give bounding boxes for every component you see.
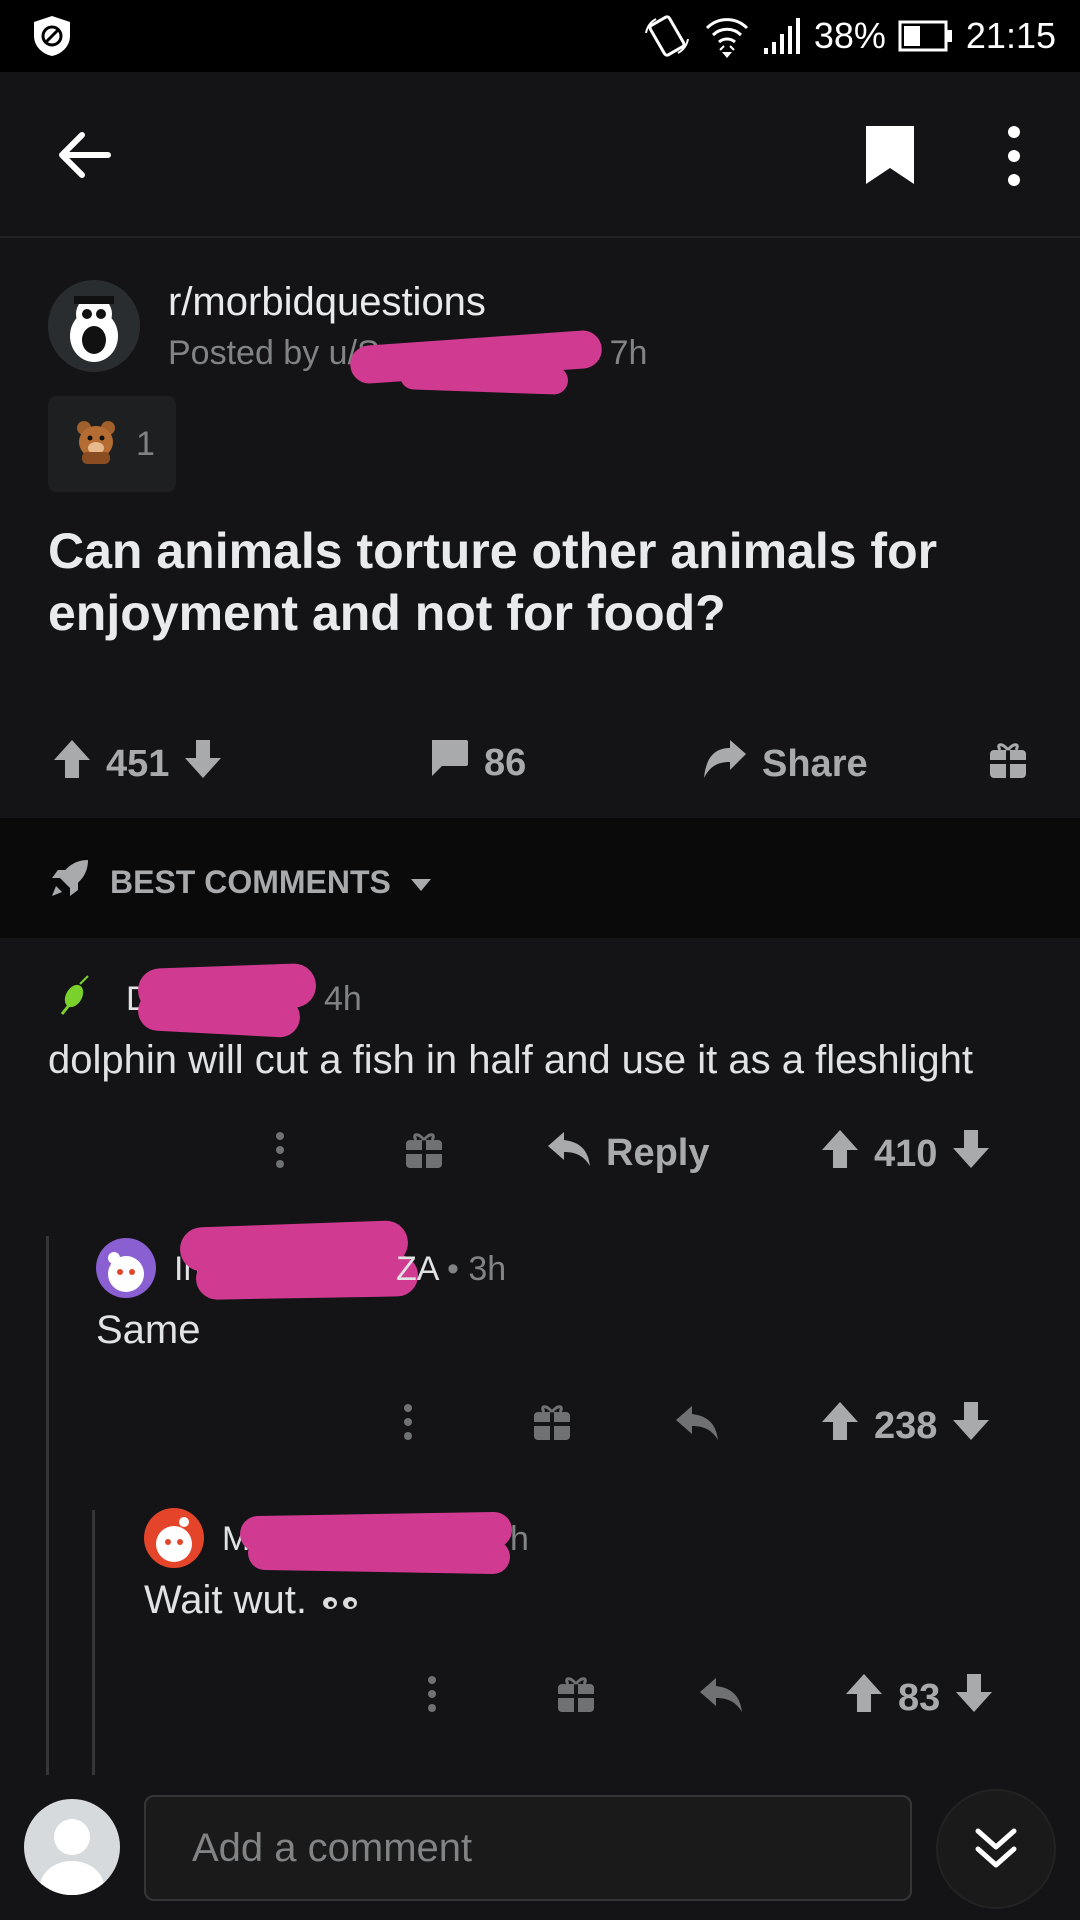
avatar[interactable] <box>96 1238 156 1303</box>
back-arrow-icon[interactable] <box>52 122 118 188</box>
upvote-icon[interactable] <box>844 1672 884 1724</box>
battery-icon <box>898 20 954 52</box>
share-icon <box>702 738 748 790</box>
rotation-icon <box>642 13 692 59</box>
comment: In ZA • 3h Same 238 <box>0 1220 1080 1508</box>
comment-icon <box>428 738 470 788</box>
redaction-mark <box>195 1254 419 1300</box>
status-bar: 38% 21:15 <box>0 0 1080 72</box>
author-tail: ZA <box>396 1250 438 1288</box>
comment-body[interactable]: Wait wut. <box>144 1578 362 1623</box>
user-avatar[interactable] <box>24 1799 120 1895</box>
signal-icon <box>762 16 802 56</box>
more-vertical-icon[interactable] <box>398 1402 418 1442</box>
comment-body[interactable]: dolphin will cut a fish in half and use … <box>48 1038 973 1083</box>
rocket-icon <box>48 856 92 908</box>
post: r/morbidquestions Posted by u/Sear • 7h … <box>0 238 1080 818</box>
downvote-icon[interactable] <box>951 1400 991 1452</box>
more-vertical-icon[interactable] <box>994 124 1034 188</box>
comment-score: 83 <box>898 1676 941 1719</box>
redaction-mark <box>247 1535 511 1575</box>
share-label: Share <box>762 742 868 785</box>
comment-score: 410 <box>874 1132 938 1175</box>
redaction-mark <box>399 361 569 395</box>
reply-icon <box>546 1128 592 1178</box>
sort-label: BEST COMMENTS <box>110 863 391 900</box>
comment-vote-group: 410 <box>820 1128 991 1180</box>
clock: 21:15 <box>965 15 1056 56</box>
more-vertical-icon[interactable] <box>422 1674 442 1714</box>
bookmark-icon[interactable] <box>860 124 920 188</box>
comment-vote-group: 238 <box>820 1400 991 1452</box>
more-vertical-icon[interactable] <box>270 1130 290 1170</box>
post-score: 451 <box>106 742 170 785</box>
gift-icon[interactable] <box>556 1674 596 1714</box>
eyes-icon <box>318 1578 362 1622</box>
comment-score: 238 <box>874 1404 938 1447</box>
reply-icon[interactable] <box>674 1402 720 1442</box>
bear-award-icon <box>74 418 118 471</box>
comments-button[interactable]: 86 <box>428 738 526 788</box>
comment-author-tail: ZA • 3h <box>396 1250 506 1289</box>
award-count: 1 <box>136 424 155 463</box>
comment-input[interactable]: Add a comment <box>144 1795 912 1901</box>
app-bar <box>0 72 1080 238</box>
award-badge[interactable]: 1 <box>48 396 176 492</box>
caret-down-icon <box>409 864 433 901</box>
comment-age: h <box>510 1520 529 1558</box>
shield-icon <box>30 14 74 58</box>
gift-icon[interactable] <box>532 1402 572 1442</box>
comment-count: 86 <box>484 741 527 784</box>
reply-label: Reply <box>606 1131 710 1174</box>
upvote-icon[interactable] <box>820 1128 860 1180</box>
comment-body[interactable]: Same <box>96 1308 201 1353</box>
wifi-icon <box>704 14 750 58</box>
reply-button[interactable]: Reply <box>546 1128 709 1178</box>
sort-bar[interactable]: BEST COMMENTS <box>0 818 1080 938</box>
downvote-icon[interactable] <box>183 738 223 790</box>
upvote-icon[interactable] <box>52 738 92 790</box>
comment: M h Wait wut. 83 <box>0 1508 1080 1778</box>
post-vote-group: 451 <box>52 738 223 790</box>
comment-text: Wait wut. <box>144 1578 307 1622</box>
downvote-icon[interactable] <box>951 1128 991 1180</box>
subreddit-name[interactable]: r/morbidquestions <box>168 280 486 325</box>
post-actions: 451 86 Share <box>0 718 1080 798</box>
post-title[interactable]: Can animals torture other animals for en… <box>48 520 1008 644</box>
reply-icon[interactable] <box>698 1674 744 1714</box>
gift-icon[interactable] <box>404 1130 444 1170</box>
comment-vote-group: 83 <box>844 1672 994 1724</box>
share-button[interactable]: Share <box>702 738 868 790</box>
upvote-icon[interactable] <box>820 1400 860 1452</box>
comment-age: • 3h <box>447 1250 507 1288</box>
avatar[interactable] <box>144 1508 204 1573</box>
battery-text: 38% <box>813 15 886 56</box>
chevron-double-down-icon[interactable] <box>936 1789 1056 1909</box>
gift-icon[interactable] <box>988 740 1028 780</box>
subreddit-avatar[interactable] <box>48 280 140 372</box>
posted-by-prefix: Posted by u/S <box>168 334 380 372</box>
flair-icon <box>56 974 92 1023</box>
comment-age: 4h <box>324 980 362 1018</box>
redaction-mark <box>137 989 301 1039</box>
comment-composer: Add a comment <box>0 1775 1080 1920</box>
comment: D 4h dolphin will cut a fish in half and… <box>0 938 1080 1238</box>
downvote-icon[interactable] <box>954 1672 994 1724</box>
